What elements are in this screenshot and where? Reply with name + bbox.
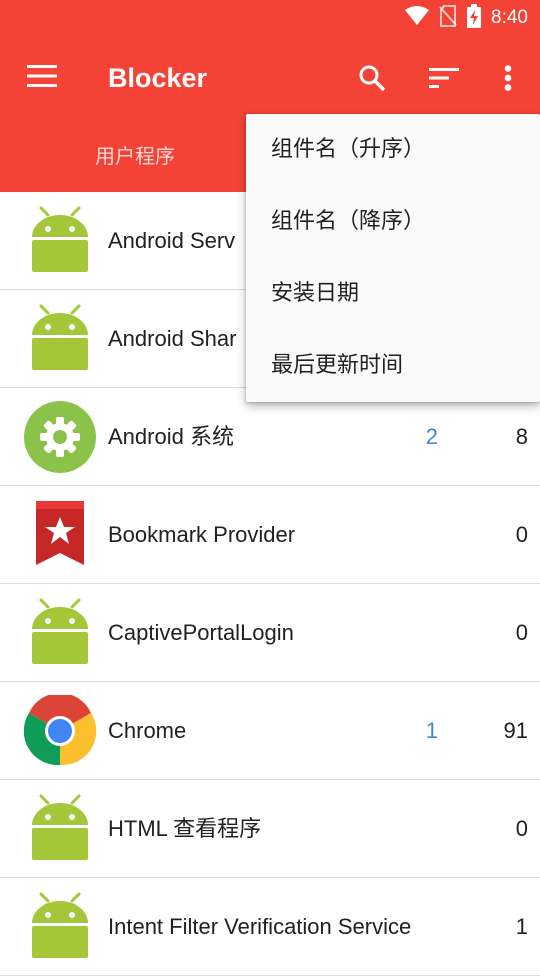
blocked-count: 2 <box>425 424 438 449</box>
component-count: 0 <box>515 816 528 841</box>
app-name: Chrome <box>108 718 187 743</box>
bookmark-icon <box>24 499 96 571</box>
blocked-count <box>400 878 438 975</box>
status-time: 8:40 <box>491 7 528 28</box>
blocked-count: 1 <box>425 718 438 743</box>
list-item[interactable]: Android 系统 2 8 <box>0 388 540 486</box>
android-icon <box>24 205 96 277</box>
component-count: 1 <box>515 914 528 939</box>
search-icon <box>358 64 386 96</box>
app-name: Bookmark Provider <box>108 522 296 547</box>
app-title: Blocker <box>108 63 208 93</box>
sort-menu: 组件名（升序） 组件名（降序） 安装日期 最后更新时间 <box>246 114 540 402</box>
sort-icon <box>429 68 459 92</box>
app-name: Intent Filter Verification Service <box>108 914 412 939</box>
blocked-count <box>400 486 438 583</box>
app-name: HTML 查看程序 <box>108 816 262 841</box>
sort-by-name-desc[interactable]: 组件名（降序） <box>246 186 540 258</box>
sort-by-install-date[interactable]: 安装日期 <box>246 258 540 330</box>
chrome-icon <box>23 692 97 767</box>
blocked-count <box>400 780 438 877</box>
list-item[interactable]: Chrome 1 91 <box>0 682 540 780</box>
menu-button[interactable] <box>22 58 62 98</box>
more-vert-icon <box>504 65 512 95</box>
search-button[interactable] <box>350 58 394 102</box>
sort-by-name-asc[interactable]: 组件名（升序） <box>246 114 540 186</box>
list-item[interactable]: CaptivePortalLogin 0 <box>0 584 540 682</box>
list-item[interactable]: HTML 查看程序 0 <box>0 780 540 878</box>
status-bar: 8:40 <box>0 0 540 36</box>
android-icon <box>24 793 96 865</box>
wifi-icon <box>405 6 430 30</box>
settings-gear-icon <box>24 401 96 473</box>
app-name: Android 系统 <box>108 424 234 449</box>
android-icon <box>24 597 96 669</box>
list-item[interactable]: Bookmark Provider 0 <box>0 486 540 584</box>
app-name: Android Serv <box>108 228 236 253</box>
list-item[interactable]: Intent Filter Verification Service 1 <box>0 878 540 976</box>
more-options-button[interactable] <box>488 58 528 102</box>
app-name: CaptivePortalLogin <box>108 620 294 645</box>
component-count: 8 <box>515 424 528 449</box>
sort-button[interactable] <box>422 58 466 102</box>
tab-user-apps[interactable]: 用户程序 <box>0 120 270 192</box>
component-count: 0 <box>515 620 528 645</box>
component-count: 91 <box>503 718 528 743</box>
sort-by-last-update[interactable]: 最后更新时间 <box>246 330 540 402</box>
toolbar: Blocker <box>0 36 540 120</box>
hamburger-menu-icon <box>27 65 57 91</box>
android-icon <box>24 891 96 963</box>
app-name: Android Shar <box>108 326 237 351</box>
battery-charging-icon <box>467 4 482 32</box>
android-icon <box>24 303 96 375</box>
blocked-count <box>400 584 438 681</box>
no-sim-icon <box>439 5 457 31</box>
component-count: 0 <box>515 522 528 547</box>
